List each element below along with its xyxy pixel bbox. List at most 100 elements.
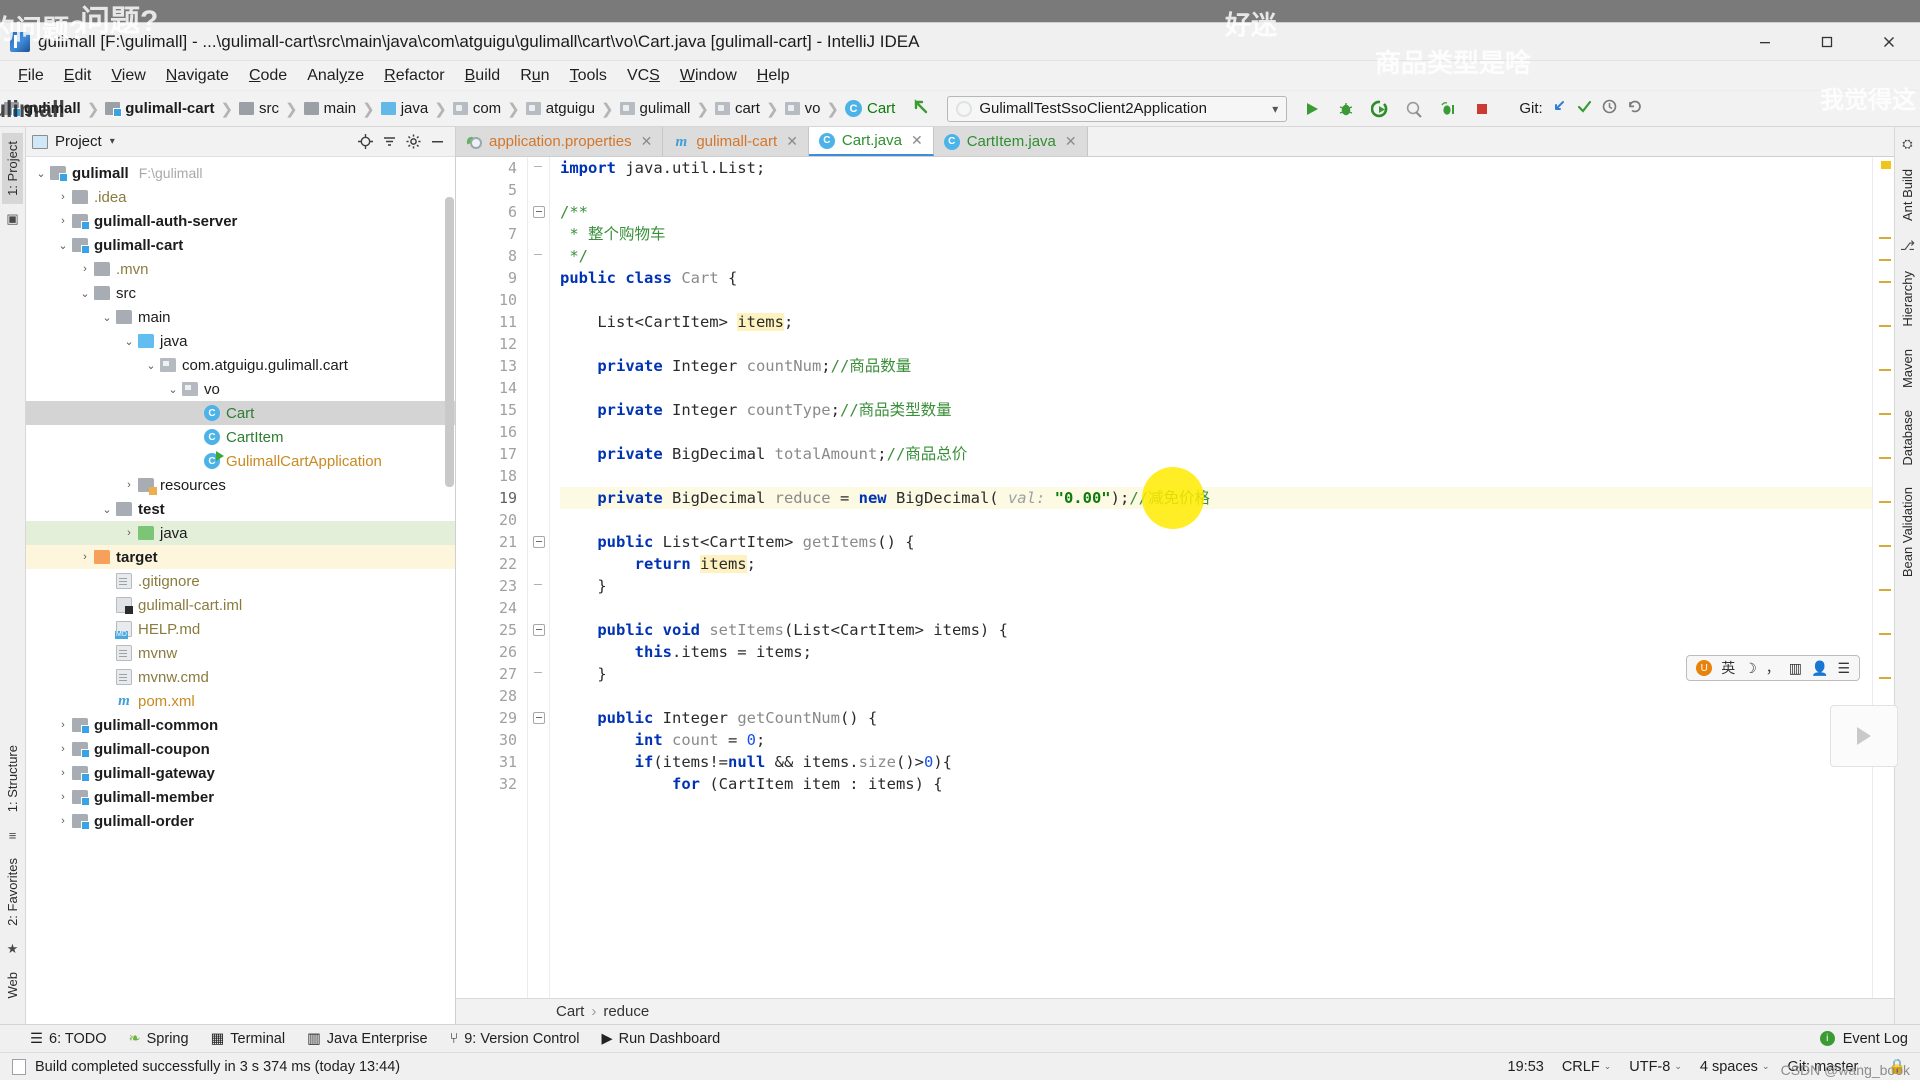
tool-window-web[interactable]: Web [2, 964, 23, 1007]
error-stripe-marks[interactable] [1872, 157, 1894, 998]
expand-toggle-icon[interactable]: › [120, 527, 138, 539]
fold-toggle-icon[interactable] [533, 162, 545, 174]
editor-tab-gulimall-cart[interactable]: m gulimall-cart ✕ [663, 127, 809, 156]
menu-navigate[interactable]: Navigate [156, 65, 239, 87]
tool-window-project[interactable]: 1: Project [2, 133, 23, 204]
fold-toggle-icon[interactable] [533, 624, 545, 636]
git-update-project-icon[interactable] [1551, 98, 1568, 120]
close-button[interactable] [1858, 23, 1920, 61]
event-log-area[interactable]: i Event Log [1819, 1031, 1920, 1047]
nav-crumb-atguigu[interactable]: atguigu [525, 100, 595, 117]
tree-node-java[interactable]: ⌄ java [26, 329, 455, 353]
bottom-item-run-dashboard[interactable]: ▶ Run Dashboard [601, 1031, 720, 1047]
nav-crumb-main[interactable]: main [303, 100, 356, 117]
tree-scrollbar[interactable] [445, 197, 454, 487]
run-button[interactable] [1297, 95, 1327, 123]
expand-toggle-icon[interactable]: ⌄ [32, 167, 50, 180]
keyboard-icon[interactable]: ▥ [1789, 660, 1802, 677]
code-line[interactable]: import java.util.List; [560, 157, 1872, 179]
bottom-item-java-enterprise[interactable]: ▥ Java Enterprise [307, 1031, 427, 1047]
fold-toggle-icon[interactable] [533, 712, 545, 724]
nav-crumb-gulimall-cart[interactable]: gulimall-cart [105, 100, 214, 117]
tree-node-gitignore[interactable]: .gitignore [26, 569, 455, 593]
close-tab-icon[interactable]: ✕ [641, 133, 653, 150]
fold-toggle-icon[interactable] [533, 250, 545, 262]
run-configuration-selector[interactable]: GulimallTestSsoClient2Application ▾ [947, 95, 1288, 122]
code-line[interactable] [560, 597, 1872, 619]
nav-crumb-java[interactable]: java [380, 100, 428, 117]
nav-crumb-gulimall-pkg[interactable]: gulimall [619, 100, 690, 117]
breadcrumb-class[interactable]: Cart [556, 1003, 584, 1020]
code-line[interactable] [560, 421, 1872, 443]
comma-icon[interactable]: ， [1766, 658, 1780, 678]
expand-toggle-icon[interactable]: › [54, 767, 72, 779]
tool-window-hierarchy[interactable]: Hierarchy [1897, 263, 1918, 335]
gear-icon[interactable] [401, 131, 425, 153]
ime-mode-label[interactable]: 英 [1721, 658, 1735, 678]
tree-node-gulimall-common[interactable]: › gulimall-common [26, 713, 455, 737]
tree-node-java[interactable]: › java [26, 521, 455, 545]
tree-node-test[interactable]: ⌄ test [26, 497, 455, 521]
hierarchy-strip-icon[interactable]: ⎇ [1900, 235, 1915, 257]
code-line[interactable]: this.items = items; [560, 641, 1872, 663]
code-line[interactable] [560, 179, 1872, 201]
expand-toggle-icon[interactable]: › [54, 719, 72, 731]
code-line[interactable]: */ [560, 245, 1872, 267]
code-line[interactable] [560, 685, 1872, 707]
fold-toggle-icon[interactable] [533, 536, 545, 548]
expand-toggle-icon[interactable]: › [120, 479, 138, 491]
expand-toggle-icon[interactable]: › [54, 791, 72, 803]
tree-node-gulimall-cart[interactable]: ⌄ gulimall-cart [26, 233, 455, 257]
menu-code[interactable]: Code [239, 65, 297, 87]
collapse-all-icon[interactable] [377, 131, 401, 153]
tool-window-bean-validation[interactable]: Bean Validation [1897, 479, 1918, 585]
indent-indicator[interactable]: 4 spaces ⌄ [1700, 1059, 1770, 1075]
code-line[interactable]: public List<CartItem> getItems() { [560, 531, 1872, 553]
code-line[interactable]: if(items!=null && items.size()>0){ [560, 751, 1872, 773]
menu-file[interactable]: File [8, 65, 54, 87]
code-line[interactable]: public Integer getCountNum() { [560, 707, 1872, 729]
expand-toggle-icon[interactable]: ⌄ [98, 311, 116, 324]
bottom-item-version-control[interactable]: ⑂ 9: Version Control [450, 1031, 580, 1047]
tree-node-help-md[interactable]: HELP.md [26, 617, 455, 641]
nav-crumb-cart-class[interactable]: C Cart [844, 100, 895, 117]
tree-node-pom-xml[interactable]: m pom.xml [26, 689, 455, 713]
locate-file-icon[interactable] [353, 131, 377, 153]
tree-node-resources[interactable]: › resources [26, 473, 455, 497]
profile-button[interactable] [1399, 95, 1429, 123]
tree-node-gulimallcartapplication[interactable]: C GulimallCartApplication [26, 449, 455, 473]
menu-analyze[interactable]: Analyze [297, 65, 374, 87]
chevron-down-icon[interactable]: ▾ [110, 136, 115, 147]
run-with-coverage-button[interactable] [1365, 95, 1395, 123]
menu-refactor[interactable]: Refactor [374, 65, 454, 87]
code-line[interactable] [560, 333, 1872, 355]
video-play-badge[interactable] [1830, 705, 1898, 767]
fold-toggle-icon[interactable] [533, 668, 545, 680]
expand-toggle-icon[interactable]: › [54, 215, 72, 227]
code-line[interactable]: private BigDecimal reduce = new BigDecim… [560, 487, 1872, 509]
minimize-button[interactable] [1734, 23, 1796, 61]
maximize-button[interactable] [1796, 23, 1858, 61]
tree-node-cart[interactable]: C Cart [26, 401, 455, 425]
menu-vcs[interactable]: VCS [617, 65, 670, 87]
nav-crumb-src[interactable]: src [239, 100, 279, 117]
editor-tab-application-properties[interactable]: application.properties ✕ [456, 127, 664, 156]
tool-window-favorites[interactable]: 2: Favorites [2, 850, 23, 934]
code-line[interactable]: private Integer countNum;//商品数量 [560, 355, 1872, 377]
bottom-item-todo[interactable]: ☰ 6: TODO [30, 1031, 106, 1047]
tool-window-database[interactable]: Database [1897, 402, 1918, 474]
menu-view[interactable]: View [101, 65, 155, 87]
editor-tab-cart-java[interactable]: C Cart.java ✕ [808, 127, 934, 156]
fold-toggle-icon[interactable] [533, 580, 545, 592]
tree-node-gulimall-coupon[interactable]: › gulimall-coupon [26, 737, 455, 761]
expand-toggle-icon[interactable]: ⌄ [142, 359, 160, 372]
code-line[interactable]: private Integer countType;//商品类型数量 [560, 399, 1872, 421]
expand-toggle-icon[interactable]: › [76, 551, 94, 563]
code-line[interactable]: } [560, 575, 1872, 597]
git-history-icon[interactable] [1601, 98, 1618, 120]
code-line[interactable] [560, 509, 1872, 531]
tree-node-target[interactable]: › target [26, 545, 455, 569]
code-line[interactable]: public void setItems(List<CartItem> item… [560, 619, 1872, 641]
code-line[interactable]: int count = 0; [560, 729, 1872, 751]
tree-node-mvnw[interactable]: mvnw [26, 641, 455, 665]
